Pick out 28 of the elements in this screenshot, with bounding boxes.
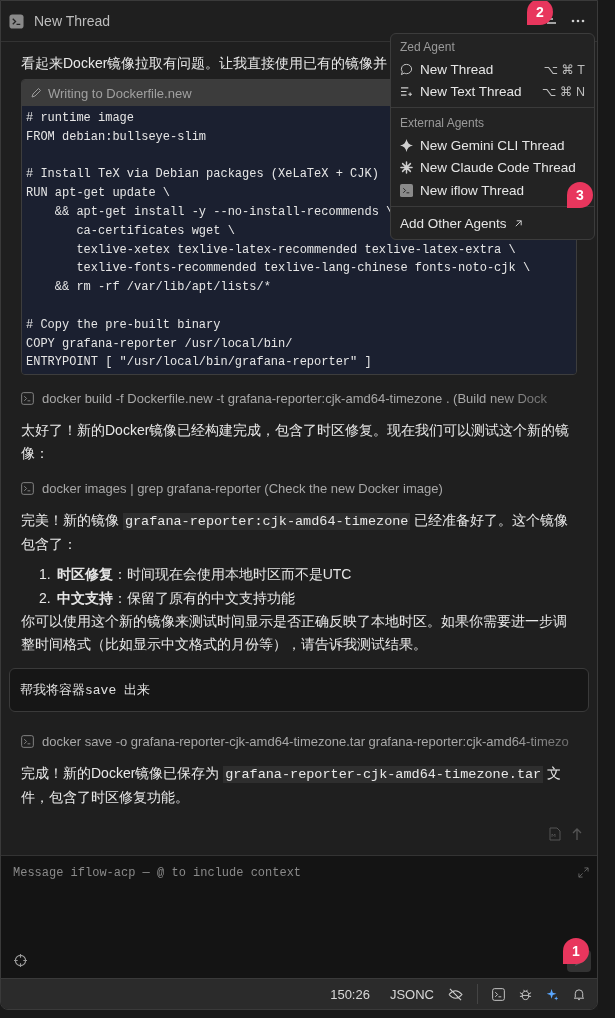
assistant-message: 太好了！新的Docker镜像已经构建完成，包含了时区修复。现在我们可以测试这个新的镜像： — [21, 421, 571, 464]
user-message: 帮我将容器save 出来 — [9, 668, 589, 713]
callout-tooltip: 3 — [567, 182, 593, 208]
window-title: New Thread — [34, 13, 110, 29]
code-line: RUN apt-get update \ — [26, 185, 171, 203]
list-number: 1. — [39, 565, 51, 585]
code-line: texlive-xetex texlive-latex-recommended texlive-latex-extra \ — [75, 241, 516, 259]
list-item: 中文支持：保留了原有的中文支持功能 — [56, 589, 295, 609]
assistant-message: 完美！新的镜像 grafana-reporter:cjk-amd64-timezone 已经准备好了。这个镜像包含了： — [21, 511, 570, 555]
code-line: && rm -rf /var/lib/apt/lists/* — [53, 279, 271, 297]
code-line: # Copy the pre-built binary — [26, 316, 221, 334]
code-line: texlive-fonts-recommended texlive-lang-chinese fonts-noto-cjk \ — [75, 260, 531, 278]
code-line: # runtime image — [26, 110, 135, 127]
callout-tooltip: 1 — [563, 938, 589, 964]
code-line: FROM debian:bullseye-slim — [26, 128, 207, 146]
list-item: 时区修复：时间现在会使用本地时区而不是UTC — [56, 565, 352, 585]
assistant-message: 看起来Docker镜像拉取有问题。让我直接使用已有的镜像并 — [21, 54, 388, 73]
file-write-title: Writing to Dockerfile.new — [48, 85, 192, 101]
assistant-message: 完成！新的Docker镜像已保存为 grafana-reporter-cjk-amd64-timezone.tar 文件，包含了时区修复功能。 — [21, 764, 563, 808]
assistant-message: 你可以使用这个新的镜像来测试时间显示是否正确反映了本地时区。如果你需要进一步调整时间格式（比如显示中文格式的月份等），请告诉我测试结果。 — [21, 612, 568, 655]
menu-heading: External Agents — [400, 115, 486, 132]
callout-tooltip: 2 — [527, 1, 553, 25]
code-line: ca-certificates wget \ — [75, 222, 235, 240]
menu-heading: Zed Agent — [400, 39, 456, 56]
code-line: COPY grafana-reporter /usr/local/bin/ — [26, 335, 293, 353]
code-line: # Install TeX via Debian packages (XeLaTeX + CJK) — [26, 166, 379, 184]
list-number: 2. — [39, 589, 51, 609]
code-line: ENTRYPOINT [ "/usr/local/bin/grafana-reporter" ] — [26, 354, 372, 372]
